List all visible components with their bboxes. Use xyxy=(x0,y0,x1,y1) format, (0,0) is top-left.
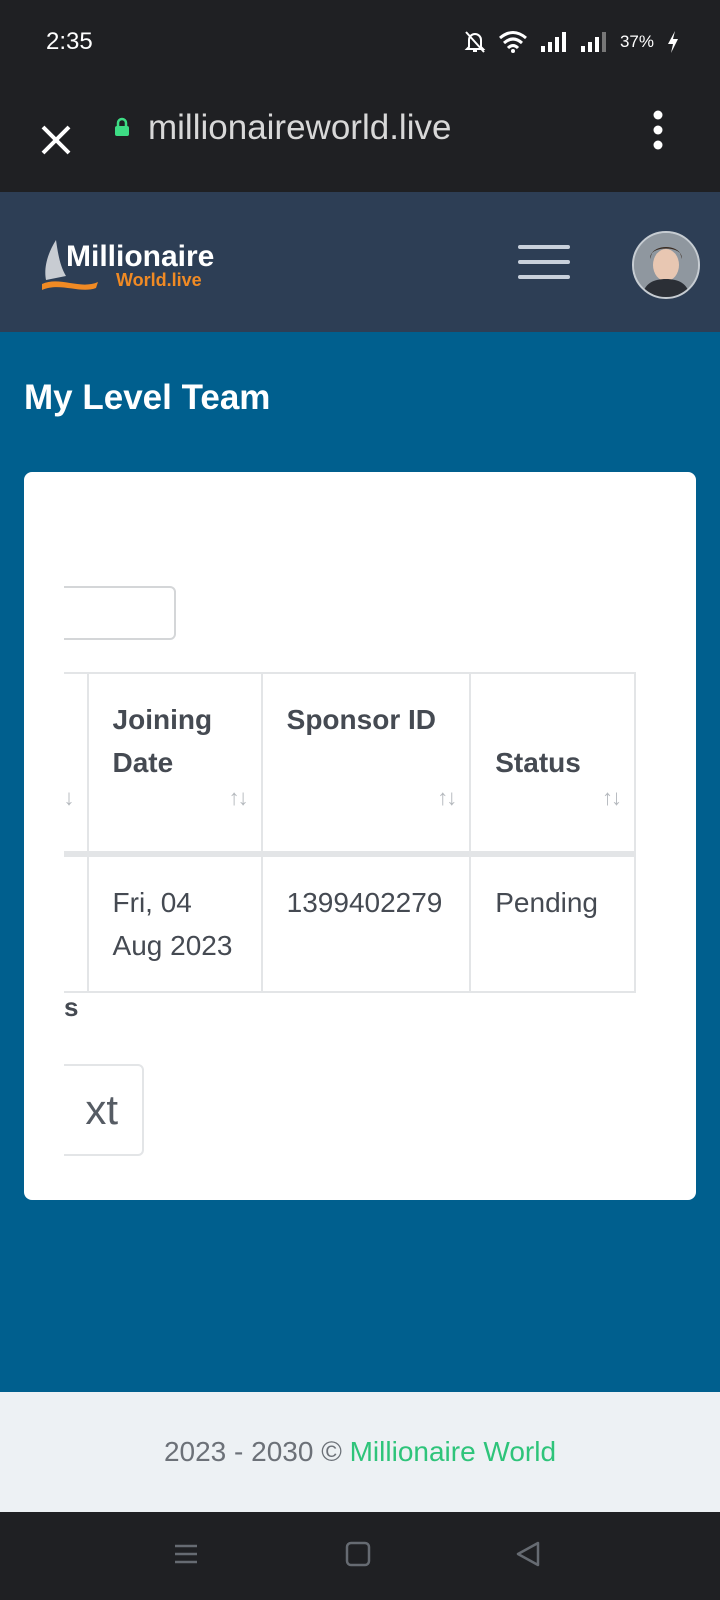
team-table-card: ↓ Joining Date ↑↓ Sponsor ID ↑↓ Status ↑… xyxy=(24,472,696,1200)
search-input[interactable] xyxy=(64,586,176,640)
system-nav-bar xyxy=(0,1512,720,1600)
logo[interactable]: Millionaire World.live xyxy=(40,236,230,297)
clock: 2:35 xyxy=(46,28,93,55)
avatar[interactable] xyxy=(632,231,700,299)
header-label: Joining Date xyxy=(112,704,213,778)
table-cell-hidden xyxy=(64,853,89,993)
header-hidden-column[interactable]: ↓ xyxy=(64,672,89,857)
hamburger-line xyxy=(518,275,570,279)
recent-apps-icon[interactable] xyxy=(172,1540,200,1568)
close-icon[interactable] xyxy=(40,124,72,156)
footer-copyright: 2023 - 2030 © xyxy=(163,1436,342,1467)
team-table: ↓ Joining Date ↑↓ Sponsor ID ↑↓ Status ↑… xyxy=(64,672,636,993)
battery-level: 37% xyxy=(619,32,654,51)
system-status-bar: 2:35 37% xyxy=(0,0,720,88)
table-row: Fri, 04 Aug 2023 1399402279 Pending xyxy=(64,853,636,993)
user-photo-icon xyxy=(634,233,698,297)
sort-icon: ↓ xyxy=(64,785,75,810)
sort-icon: ↑↓ xyxy=(228,785,249,810)
table-info-text: s xyxy=(64,992,79,1022)
header-label: Status xyxy=(495,747,581,778)
page-title: My Level Team xyxy=(24,378,271,417)
header-sponsor-id[interactable]: Sponsor ID ↑↓ xyxy=(260,672,472,857)
status-icons: 37% xyxy=(464,30,680,54)
home-icon[interactable] xyxy=(344,1540,372,1568)
next-page-button[interactable]: xt xyxy=(64,1064,144,1156)
header-status[interactable]: Status ↑↓ xyxy=(469,672,636,857)
hamburger-line xyxy=(518,245,570,249)
logo-text-sub: World.live xyxy=(116,270,202,290)
header-joining-date[interactable]: Joining Date ↑↓ xyxy=(86,672,263,857)
table-header-row: ↓ Joining Date ↑↓ Sponsor ID ↑↓ Status ↑… xyxy=(64,672,636,857)
signal-icon-2 xyxy=(580,32,606,52)
table-cell-status: Pending xyxy=(469,853,636,993)
logo-text-main: Millionaire xyxy=(66,240,214,273)
logo-sail-icon: Millionaire World.live xyxy=(42,240,214,290)
sort-icon: ↑↓ xyxy=(437,785,457,810)
next-page-label: xt xyxy=(85,1086,118,1133)
url-text[interactable]: millionaireworld.live xyxy=(148,108,451,148)
signal-icon xyxy=(540,32,566,52)
charging-icon xyxy=(668,31,678,53)
table-cell-sponsor-id: 1399402279 xyxy=(260,853,472,993)
sort-icon: ↑↓ xyxy=(602,785,622,810)
site-footer: 2023 - 2030 © Millionaire World xyxy=(0,1392,720,1512)
header-label: Sponsor ID xyxy=(286,704,436,735)
hamburger-line xyxy=(518,260,570,264)
wifi-icon xyxy=(499,31,527,53)
footer-brand-link[interactable]: Millionaire World xyxy=(350,1436,556,1467)
lock-icon xyxy=(115,117,129,136)
menu-toggle-button[interactable] xyxy=(518,245,570,279)
site-header: Millionaire World.live xyxy=(0,192,720,332)
mute-bell-icon xyxy=(464,31,486,53)
browser-toolbar: millionaireworld.live xyxy=(0,88,720,192)
table-cell-joining-date: Fri, 04 Aug 2023 xyxy=(86,853,263,993)
back-icon[interactable] xyxy=(514,1540,542,1568)
more-options-icon[interactable] xyxy=(652,110,664,150)
table-scroll-area[interactable]: ↓ Joining Date ↑↓ Sponsor ID ↑↓ Status ↑… xyxy=(64,472,696,1200)
